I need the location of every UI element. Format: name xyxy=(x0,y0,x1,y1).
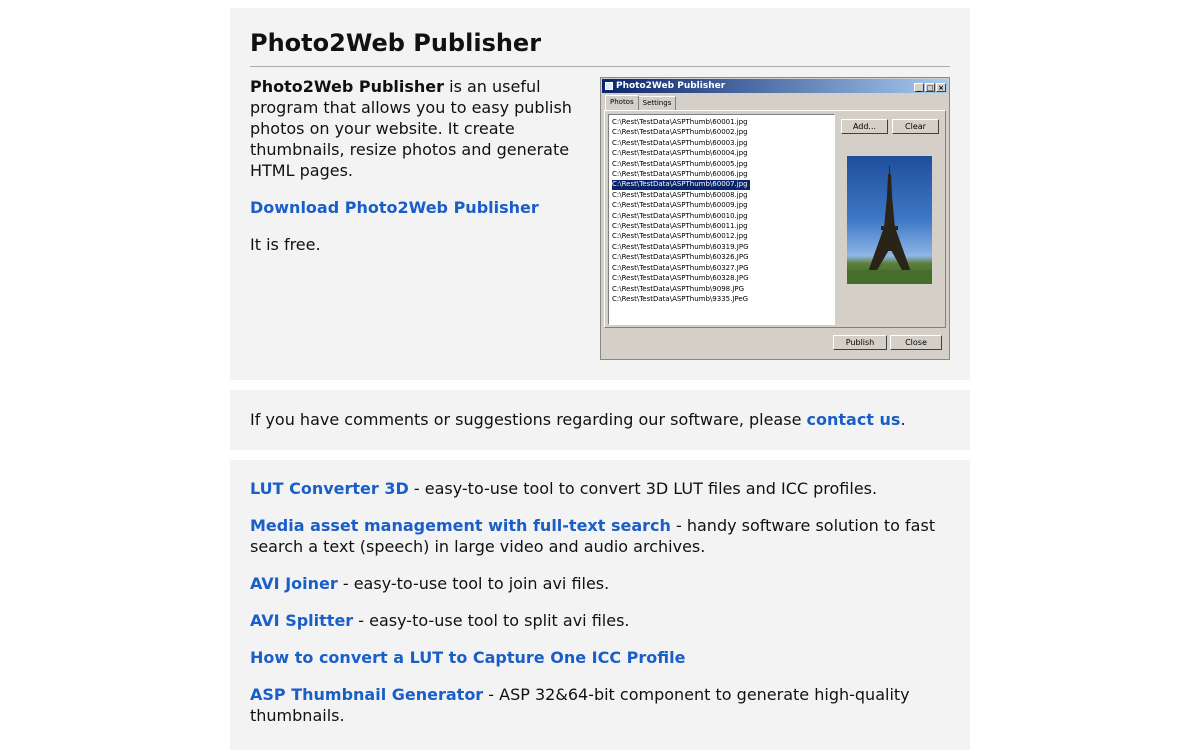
photos-tab-panel: C:\Rest\TestData\ASPThumb\60001.jpg C:\Re… xyxy=(604,110,946,328)
related-item: AVI Joiner - easy-to-use tool to join av… xyxy=(250,573,950,594)
file-path: C:\Rest\TestData\ASPThumb\60003.jpg xyxy=(612,138,748,147)
app-titlebar: Photo2Web Publisher _ □ × xyxy=(602,79,948,93)
product-intro: Photo2Web Publisher is an useful program… xyxy=(250,76,585,271)
related-item: AVI Splitter - easy-to-use tool to split… xyxy=(250,610,950,631)
file-path: C:\Rest\TestData\ASPThumb\60328.JPG xyxy=(612,274,749,283)
maximize-icon: □ xyxy=(925,83,935,92)
file-list-item: C:\Rest\TestData\ASPThumb\60004.jpg xyxy=(612,148,832,158)
eiffel-tower-photo-preview xyxy=(847,156,932,284)
close-button: Close xyxy=(890,335,942,350)
clear-button: Clear xyxy=(892,119,939,134)
related-item: ASP Thumbnail Generator - ASP 32&64-bit … xyxy=(250,684,950,726)
page-title: Photo2Web Publisher xyxy=(250,29,542,57)
file-list-item: C:\Rest\TestData\ASPThumb\9098.JPG xyxy=(612,284,832,294)
related-desc: - easy-to-use tool to convert 3D LUT fil… xyxy=(408,479,878,498)
related-item: How to convert a LUT to Capture One ICC … xyxy=(250,647,950,668)
file-list-item: C:\Rest\TestData\ASPThumb\60012.jpg xyxy=(612,231,832,241)
free-note: It is free. xyxy=(250,235,321,254)
contact-text: If you have comments or suggestions rega… xyxy=(250,390,950,450)
file-path: C:\Rest\TestData\ASPThumb\60011.jpg xyxy=(612,222,748,231)
file-path: C:\Rest\TestData\ASPThumb\60327.JPG xyxy=(612,263,749,272)
file-path: C:\Rest\TestData\ASPThumb\60007.jpg xyxy=(612,180,750,190)
file-path: C:\Rest\TestData\ASPThumb\9098.JPG xyxy=(612,284,745,293)
close-icon: × xyxy=(936,83,946,92)
file-list-item: C:\Rest\TestData\ASPThumb\60001.jpg xyxy=(612,117,832,127)
related-link-media-asset-management[interactable]: Media asset management with full-text se… xyxy=(250,516,671,535)
app-window-icon xyxy=(605,82,613,90)
related-item: LUT Converter 3D - easy-to-use tool to c… xyxy=(250,478,950,499)
related-products-panel: LUT Converter 3D - easy-to-use tool to c… xyxy=(230,460,970,750)
related-desc: - easy-to-use tool to split avi files. xyxy=(353,611,630,630)
file-list-item: C:\Rest\TestData\ASPThumb\60010.jpg xyxy=(612,211,832,221)
contact-text-after: . xyxy=(900,410,906,429)
app-title: Photo2Web Publisher xyxy=(616,81,726,91)
file-path: C:\Rest\TestData\ASPThumb\60001.jpg xyxy=(612,118,748,126)
app-tabs: Photos Settings xyxy=(605,95,677,111)
file-path: C:\Rest\TestData\ASPThumb\9335.JPeG xyxy=(612,294,749,303)
contact-us-link[interactable]: contact us xyxy=(807,410,901,429)
related-link-avi-joiner[interactable]: AVI Joiner xyxy=(250,574,338,593)
contact-text-before: If you have comments or suggestions rega… xyxy=(250,410,807,429)
file-path: C:\Rest\TestData\ASPThumb\60010.jpg xyxy=(612,211,748,220)
download-link[interactable]: Download Photo2Web Publisher xyxy=(250,198,539,217)
intro-product-name: Photo2Web Publisher xyxy=(250,77,445,96)
file-list-item: C:\Rest\TestData\ASPThumb\60005.jpg xyxy=(612,159,832,169)
related-link-asp-thumbnail[interactable]: ASP Thumbnail Generator xyxy=(250,685,483,704)
file-list-item: C:\Rest\TestData\ASPThumb\60327.JPG xyxy=(612,263,832,273)
tab-settings: Settings xyxy=(637,96,677,110)
file-list-item: C:\Rest\TestData\ASPThumb\60328.JPG xyxy=(612,273,832,283)
tab-photos: Photos xyxy=(605,95,639,110)
file-list-item: C:\Rest\TestData\ASPThumb\60326.JPG xyxy=(612,252,832,262)
file-path: C:\Rest\TestData\ASPThumb\60009.jpg xyxy=(612,201,748,210)
intro-paragraph: Photo2Web Publisher is an useful program… xyxy=(250,76,585,181)
related-link-avi-splitter[interactable]: AVI Splitter xyxy=(250,611,353,630)
contact-panel: If you have comments or suggestions rega… xyxy=(230,390,970,450)
app-screenshot: Photo2Web Publisher _ □ × Photos Settings C… xyxy=(600,77,950,360)
file-path: C:\Rest\TestData\ASPThumb\60006.jpg xyxy=(612,170,748,179)
file-list-item: C:\Rest\TestData\ASPThumb\60007.jpg xyxy=(612,179,832,190)
file-path: C:\Rest\TestData\ASPThumb\60004.jpg xyxy=(612,149,748,158)
file-list-item: C:\Rest\TestData\ASPThumb\60002.jpg xyxy=(612,127,832,137)
file-list-item: C:\Rest\TestData\ASPThumb\60011.jpg xyxy=(612,221,832,231)
file-list-item: C:\Rest\TestData\ASPThumb\60009.jpg xyxy=(612,200,832,210)
file-path: C:\Rest\TestData\ASPThumb\60005.jpg xyxy=(612,159,748,168)
publish-button: Publish xyxy=(833,335,887,350)
file-path: C:\Rest\TestData\ASPThumb\60002.jpg xyxy=(612,128,748,137)
file-path: C:\Rest\TestData\ASPThumb\60326.JPG xyxy=(612,253,749,262)
related-link-lut-capture-one[interactable]: How to convert a LUT to Capture One ICC … xyxy=(250,648,685,667)
file-list-item: C:\Rest\TestData\ASPThumb\60319.JPG xyxy=(612,242,832,252)
file-list: C:\Rest\TestData\ASPThumb\60001.jpg C:\Re… xyxy=(608,114,835,325)
title-divider xyxy=(250,66,950,67)
file-path: C:\Rest\TestData\ASPThumb\60008.jpg xyxy=(612,190,748,199)
file-list-item: C:\Rest\TestData\ASPThumb\60003.jpg xyxy=(612,138,832,148)
related-link-lut-converter[interactable]: LUT Converter 3D xyxy=(250,479,409,498)
file-list-item: C:\Rest\TestData\ASPThumb\60008.jpg xyxy=(612,190,832,200)
file-path: C:\Rest\TestData\ASPThumb\60012.jpg xyxy=(612,232,748,241)
minimize-icon: _ xyxy=(914,83,924,92)
add-button: Add... xyxy=(841,119,888,134)
file-list-item: C:\Rest\TestData\ASPThumb\60006.jpg xyxy=(612,169,832,179)
related-desc: - easy-to-use tool to join avi files. xyxy=(337,574,610,593)
related-item: Media asset management with full-text se… xyxy=(250,515,950,557)
file-list-item: C:\Rest\TestData\ASPThumb\9335.JPeG xyxy=(612,294,832,304)
product-panel: Photo2Web Publisher Photo2Web Publisher … xyxy=(230,8,970,380)
file-path: C:\Rest\TestData\ASPThumb\60319.JPG xyxy=(612,242,749,251)
